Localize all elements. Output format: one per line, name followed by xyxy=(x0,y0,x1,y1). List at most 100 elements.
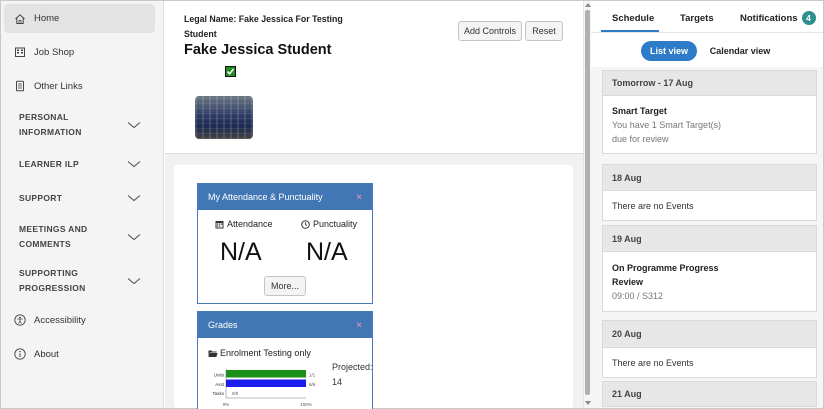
chart-value-label: 6/6 xyxy=(309,382,316,387)
chevron-down-icon xyxy=(127,232,141,242)
attendance-label-text: Attendance xyxy=(227,219,273,229)
day-header: 18 Aug xyxy=(602,164,817,191)
chart-value-label: 1/1 xyxy=(309,373,316,378)
calendar-icon xyxy=(215,220,224,229)
legal-name: Legal Name: Fake Jessica For Testing Stu… xyxy=(184,14,343,39)
card-title: My Attendance & Punctuality xyxy=(208,192,323,202)
chart-row-label: Tasks xyxy=(212,391,224,396)
accessibility-icon xyxy=(14,314,26,326)
list-view-button[interactable]: List view xyxy=(641,41,697,61)
sidebar-section-support[interactable]: SUPPORT xyxy=(4,189,155,207)
home-icon xyxy=(14,13,26,25)
sidebar-item-job-shop[interactable]: Job Shop xyxy=(4,38,155,66)
sidebar-item-home[interactable]: Home xyxy=(4,4,155,33)
day-header: 21 Aug xyxy=(602,381,817,407)
enrolment-text: Enrolment Testing only xyxy=(220,348,311,358)
day-events: There are no Events xyxy=(602,348,817,378)
enrolment-label: Enrolment Testing only xyxy=(208,348,311,358)
student-photo xyxy=(195,96,253,139)
folder-open-icon xyxy=(208,349,218,358)
sidebar-section-supporting-progression[interactable]: SUPPORTING PROGRESSION xyxy=(4,265,155,296)
card-header: My Attendance & Punctuality × xyxy=(198,184,372,210)
day-events: Smart Target You have 1 Smart Target(s) … xyxy=(602,96,817,154)
event-title[interactable]: Smart Target xyxy=(612,104,816,118)
grades-body: Enrolment Testing only Units Asst Tasks … xyxy=(198,338,373,409)
active-tab-indicator xyxy=(601,30,659,32)
chart-row-label: Asst xyxy=(215,382,225,387)
sidebar-item-accessibility[interactable]: Accessibility xyxy=(4,307,155,333)
no-events-text: There are no Events xyxy=(612,200,694,211)
chart-bar xyxy=(226,370,306,378)
calendar-view-button[interactable]: Calendar view xyxy=(705,41,775,61)
sidebar-item-label: Accessibility xyxy=(34,314,86,326)
day-header: Tomorrow - 17 Aug xyxy=(602,70,817,96)
card-title: Grades xyxy=(208,320,238,330)
chart-bar xyxy=(226,379,306,387)
sidebar-section-label: LEARNER ILP xyxy=(19,158,79,169)
info-icon xyxy=(14,348,26,360)
chart-axis-max-label: 100% xyxy=(300,402,312,407)
close-icon[interactable]: × xyxy=(356,192,362,203)
chevron-down-icon xyxy=(127,120,141,130)
chart-value-label: 0/0 xyxy=(232,391,239,396)
chart-row-label: Units xyxy=(214,373,225,378)
sidebar-section-label: SUPPORT xyxy=(19,192,63,203)
punctuality-label-text: Punctuality xyxy=(313,219,358,229)
more-button[interactable]: More... xyxy=(264,276,306,296)
chevron-down-icon xyxy=(127,276,141,286)
student-name: Fake Jessica Student xyxy=(184,42,332,58)
sidebar-item-label: Home xyxy=(34,13,60,24)
main-scrollbar[interactable] xyxy=(583,1,591,408)
student-header: Legal Name: Fake Jessica For Testing Stu… xyxy=(165,1,583,154)
chevron-down-icon xyxy=(127,159,141,169)
day-events: There are no Events xyxy=(602,191,817,221)
day-header: 20 Aug xyxy=(602,320,817,348)
building-icon xyxy=(14,46,26,58)
grades-mini-chart: Units Asst Tasks 1/1 6/6 0/0 0% 100% xyxy=(212,369,316,407)
sidebar-section-personal-information[interactable]: PERSONAL INFORMATION xyxy=(4,109,155,140)
document-icon xyxy=(14,80,26,92)
sidebar: Home Job Shop Other Links PERSONAL INFOR… xyxy=(1,1,164,408)
projected-text: Projected: 14 xyxy=(332,362,373,387)
punctuality-value: N/A xyxy=(306,238,348,266)
clock-icon xyxy=(301,219,310,229)
sidebar-section-label: MEETINGS AND COMMENTS xyxy=(19,223,88,249)
scroll-thumb[interactable] xyxy=(585,10,590,395)
tab-label: Notifications xyxy=(740,12,798,24)
right-panel: Schedule Targets Notifications 4 List vi… xyxy=(591,1,823,408)
sidebar-item-label: Other Links xyxy=(34,80,83,92)
day-header: 19 Aug xyxy=(602,225,817,252)
chart-axis-min-label: 0% xyxy=(223,402,230,407)
sidebar-item-label: Job Shop xyxy=(34,46,75,58)
event-subtitle: 09:00 / S312 xyxy=(612,291,664,301)
punctuality-label: Punctuality xyxy=(301,219,357,229)
event-title[interactable]: On Programme Progress Review xyxy=(612,261,742,289)
grades-card: Grades × Enrolment Testing only Units As… xyxy=(197,311,373,409)
attendance-value: N/A xyxy=(220,238,262,266)
tabs-divider xyxy=(591,32,823,33)
sidebar-section-label: SUPPORTING PROGRESSION xyxy=(19,267,86,293)
event-subtitle: You have 1 Smart Target(s) due for revie… xyxy=(612,120,722,144)
tab-notifications[interactable]: Notifications 4 xyxy=(740,11,816,25)
checkmark-icon xyxy=(225,66,236,77)
chevron-down-icon xyxy=(127,193,141,203)
sidebar-item-other-links[interactable]: Other Links xyxy=(4,72,155,100)
tab-targets[interactable]: Targets xyxy=(680,13,714,24)
tab-schedule[interactable]: Schedule xyxy=(612,13,654,24)
sidebar-section-meetings-and-comments[interactable]: MEETINGS AND COMMENTS xyxy=(4,221,155,252)
notifications-badge: 4 xyxy=(801,11,816,25)
no-events-text: There are no Events xyxy=(612,357,694,368)
day-events: On Programme Progress Review 09:00 / S31… xyxy=(602,252,817,312)
close-icon[interactable]: × xyxy=(356,320,362,331)
sidebar-item-about[interactable]: About xyxy=(4,341,155,367)
attendance-card: My Attendance & Punctuality × Attendance… xyxy=(197,183,373,304)
add-controls-button[interactable]: Add Controls xyxy=(458,21,522,41)
card-header: Grades × xyxy=(198,312,372,338)
reset-button[interactable]: Reset xyxy=(525,21,563,41)
sidebar-section-learner-ilp[interactable]: LEARNER ILP xyxy=(4,155,155,173)
attendance-body: Attendance Punctuality N/A N/A More... xyxy=(198,210,372,304)
attendance-label: Attendance xyxy=(215,219,273,229)
main-content: Legal Name: Fake Jessica For Testing Stu… xyxy=(165,1,583,409)
widgets-area: My Attendance & Punctuality × Attendance… xyxy=(174,165,573,409)
sidebar-section-label: PERSONAL INFORMATION xyxy=(19,111,82,137)
